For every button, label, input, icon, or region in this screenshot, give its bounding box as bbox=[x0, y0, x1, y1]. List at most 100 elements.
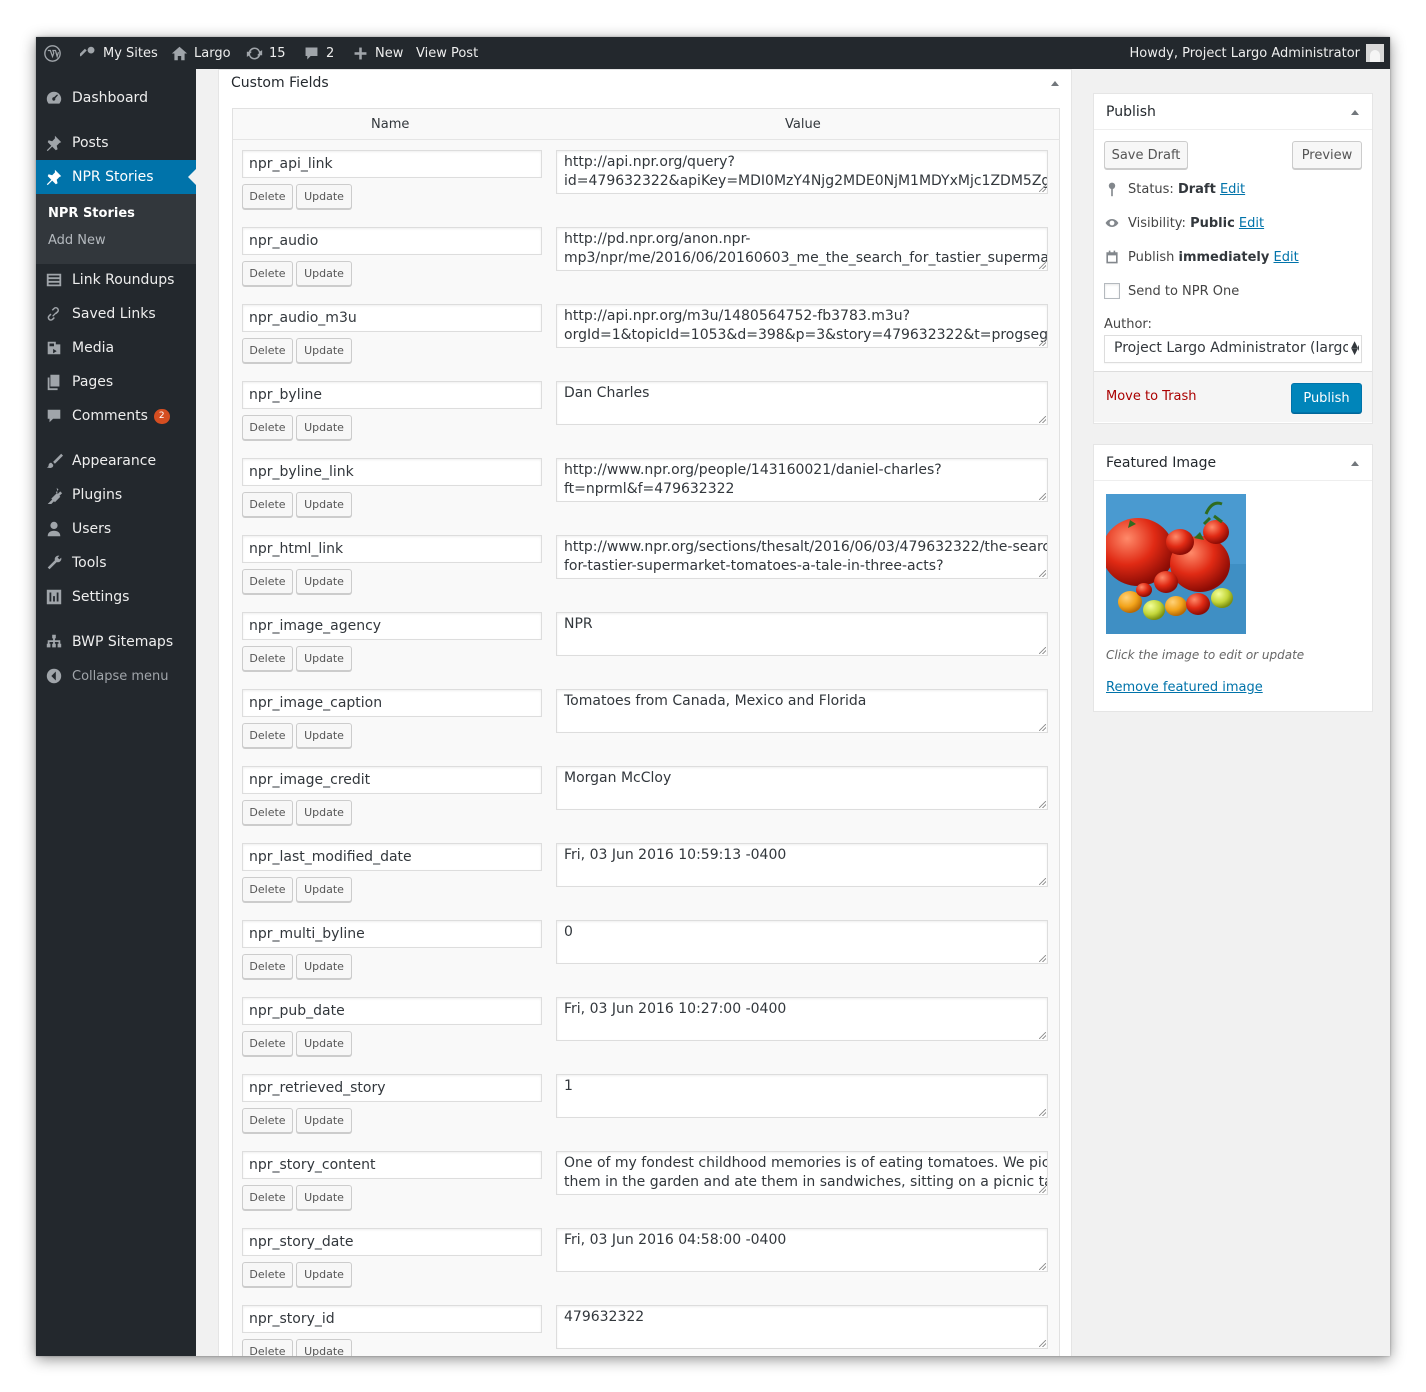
custom-field-value-textarea[interactable]: http://api.npr.org/query? id=479632322&a… bbox=[556, 150, 1048, 194]
delete-field-button[interactable]: Delete bbox=[242, 261, 293, 286]
custom-field-key-input[interactable]: npr_image_caption bbox=[242, 689, 542, 717]
update-field-button[interactable]: Update bbox=[296, 261, 352, 286]
delete-field-button[interactable]: Delete bbox=[242, 954, 293, 979]
delete-field-button[interactable]: Delete bbox=[242, 646, 293, 671]
publish-toggle-icon[interactable] bbox=[1351, 110, 1359, 115]
delete-field-button[interactable]: Delete bbox=[242, 1185, 293, 1210]
custom-field-value-textarea[interactable]: http://www.npr.org/people/143160021/dani… bbox=[556, 458, 1048, 502]
custom-fields-toggle-icon[interactable] bbox=[1051, 81, 1059, 86]
menu-npr-stories[interactable]: NPR Stories bbox=[36, 160, 196, 194]
update-field-button[interactable]: Update bbox=[296, 1031, 352, 1056]
site-name-menu[interactable]: Largo bbox=[170, 37, 231, 69]
custom-field-key-input[interactable]: npr_api_link bbox=[242, 150, 542, 178]
menu-bwp-sitemaps[interactable]: BWP Sitemaps bbox=[36, 625, 196, 659]
custom-field-key-input[interactable]: npr_story_id bbox=[242, 1305, 542, 1333]
delete-field-button[interactable]: Delete bbox=[242, 569, 293, 594]
custom-field-key-input[interactable]: npr_image_agency bbox=[242, 612, 542, 640]
custom-field-value-textarea[interactable]: http://pd.npr.org/anon.npr- mp3/npr/me/2… bbox=[556, 227, 1048, 271]
update-field-button[interactable]: Update bbox=[296, 415, 352, 440]
wordpress-logo-icon[interactable] bbox=[43, 37, 61, 69]
account-menu[interactable]: Howdy, Project Largo Administrator bbox=[1130, 37, 1384, 69]
custom-field-value-textarea[interactable]: Fri, 03 Jun 2016 10:59:13 -0400 bbox=[556, 843, 1048, 887]
delete-field-button[interactable]: Delete bbox=[242, 338, 293, 363]
remove-featured-image-link[interactable]: Remove featured image bbox=[1106, 680, 1263, 695]
custom-field-value-textarea[interactable]: NPR bbox=[556, 612, 1048, 656]
author-select[interactable]: Project Largo Administrator (largopr ▲ ▼ bbox=[1104, 335, 1362, 363]
custom-field-value-textarea[interactable]: http://www.npr.org/sections/thesalt/2016… bbox=[556, 535, 1048, 579]
update-field-button[interactable]: Update bbox=[296, 1339, 352, 1356]
my-sites-menu[interactable]: My Sites bbox=[79, 37, 158, 69]
menu-dashboard[interactable]: Dashboard bbox=[36, 81, 196, 115]
menu-appearance[interactable]: Appearance bbox=[36, 444, 196, 478]
delete-field-button[interactable]: Delete bbox=[242, 1108, 293, 1133]
menu-settings[interactable]: Settings bbox=[36, 580, 196, 614]
delete-field-button[interactable]: Delete bbox=[242, 1262, 293, 1287]
custom-field-value-textarea[interactable]: Fri, 03 Jun 2016 10:27:00 -0400 bbox=[556, 997, 1048, 1041]
custom-field-value-textarea[interactable]: 0 bbox=[556, 920, 1048, 964]
custom-field-value-textarea[interactable]: Fri, 03 Jun 2016 04:58:00 -0400 bbox=[556, 1228, 1048, 1272]
menu-tools[interactable]: Tools bbox=[36, 546, 196, 580]
menu-posts[interactable]: Posts bbox=[36, 126, 196, 160]
custom-field-value-textarea[interactable]: 1 bbox=[556, 1074, 1048, 1118]
comments-menu[interactable]: 2 bbox=[302, 37, 334, 69]
new-content-menu[interactable]: New bbox=[351, 37, 403, 69]
menu-pages[interactable]: Pages bbox=[36, 365, 196, 399]
update-field-button[interactable]: Update bbox=[296, 184, 352, 209]
custom-field-value-textarea[interactable]: 479632322 bbox=[556, 1305, 1048, 1349]
publish-button[interactable]: Publish bbox=[1291, 383, 1362, 413]
menu-users[interactable]: Users bbox=[36, 512, 196, 546]
custom-field-key-input[interactable]: npr_story_content bbox=[242, 1151, 542, 1179]
update-field-button[interactable]: Update bbox=[296, 723, 352, 748]
custom-field-key-input[interactable]: npr_html_link bbox=[242, 535, 542, 563]
custom-field-key-input[interactable]: npr_pub_date bbox=[242, 997, 542, 1025]
update-field-button[interactable]: Update bbox=[296, 1262, 352, 1287]
update-field-button[interactable]: Update bbox=[296, 492, 352, 517]
featured-image-thumbnail[interactable] bbox=[1106, 494, 1246, 634]
move-to-trash-link[interactable]: Move to Trash bbox=[1106, 389, 1197, 404]
view-post-link[interactable]: View Post bbox=[416, 37, 478, 69]
custom-field-key-input[interactable]: npr_retrieved_story bbox=[242, 1074, 542, 1102]
delete-field-button[interactable]: Delete bbox=[242, 1031, 293, 1056]
update-field-button[interactable]: Update bbox=[296, 954, 352, 979]
delete-field-button[interactable]: Delete bbox=[242, 1339, 293, 1356]
custom-field-key-input[interactable]: npr_audio_m3u bbox=[242, 304, 542, 332]
custom-field-key-input[interactable]: npr_audio bbox=[242, 227, 542, 255]
update-field-button[interactable]: Update bbox=[296, 1185, 352, 1210]
edit-visibility-link[interactable]: Edit bbox=[1239, 216, 1264, 231]
menu-plugins[interactable]: Plugins bbox=[36, 478, 196, 512]
custom-field-key-input[interactable]: npr_byline_link bbox=[242, 458, 542, 486]
update-field-button[interactable]: Update bbox=[296, 800, 352, 825]
send-to-npr-one-checkbox[interactable] bbox=[1104, 283, 1120, 299]
menu-saved-links[interactable]: Saved Links bbox=[36, 297, 196, 331]
custom-field-key-input[interactable]: npr_byline bbox=[242, 381, 542, 409]
featured-image-toggle-icon[interactable] bbox=[1351, 461, 1359, 466]
custom-field-key-input[interactable]: npr_story_date bbox=[242, 1228, 542, 1256]
custom-field-value-textarea[interactable]: Dan Charles bbox=[556, 381, 1048, 425]
custom-field-value-textarea[interactable]: Morgan McCloy bbox=[556, 766, 1048, 810]
menu-comments[interactable]: Comments 2 bbox=[36, 399, 196, 433]
update-field-button[interactable]: Update bbox=[296, 569, 352, 594]
custom-field-key-input[interactable]: npr_image_credit bbox=[242, 766, 542, 794]
submenu-add-new[interactable]: Add New bbox=[48, 233, 106, 248]
custom-field-value-textarea[interactable]: One of my fondest childhood memories is … bbox=[556, 1151, 1048, 1195]
update-field-button[interactable]: Update bbox=[296, 877, 352, 902]
preview-button[interactable]: Preview bbox=[1292, 141, 1362, 169]
edit-publish-date-link[interactable]: Edit bbox=[1274, 250, 1299, 265]
updates-menu[interactable]: 15 bbox=[245, 37, 286, 69]
delete-field-button[interactable]: Delete bbox=[242, 492, 293, 517]
delete-field-button[interactable]: Delete bbox=[242, 800, 293, 825]
custom-field-key-input[interactable]: npr_last_modified_date bbox=[242, 843, 542, 871]
edit-status-link[interactable]: Edit bbox=[1220, 182, 1245, 197]
delete-field-button[interactable]: Delete bbox=[242, 184, 293, 209]
delete-field-button[interactable]: Delete bbox=[242, 723, 293, 748]
custom-field-value-textarea[interactable]: Tomatoes from Canada, Mexico and Florida bbox=[556, 689, 1048, 733]
update-field-button[interactable]: Update bbox=[296, 646, 352, 671]
delete-field-button[interactable]: Delete bbox=[242, 415, 293, 440]
submenu-npr-stories[interactable]: NPR Stories bbox=[48, 206, 135, 221]
update-field-button[interactable]: Update bbox=[296, 1108, 352, 1133]
delete-field-button[interactable]: Delete bbox=[242, 877, 293, 902]
custom-field-key-input[interactable]: npr_multi_byline bbox=[242, 920, 542, 948]
custom-field-value-textarea[interactable]: http://api.npr.org/m3u/1480564752-fb3783… bbox=[556, 304, 1048, 348]
update-field-button[interactable]: Update bbox=[296, 338, 352, 363]
menu-media[interactable]: Media bbox=[36, 331, 196, 365]
